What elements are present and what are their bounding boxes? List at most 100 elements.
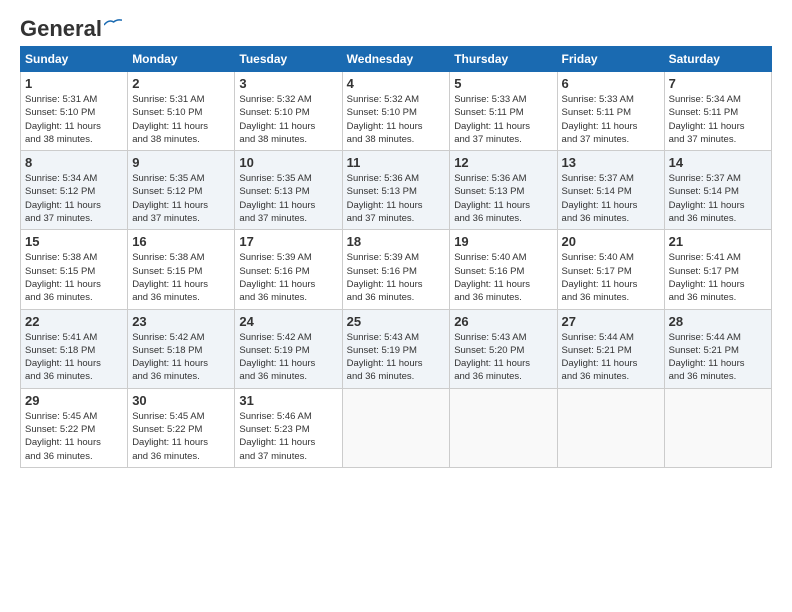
- calendar-cell: 8 Sunrise: 5:34 AM Sunset: 5:12 PM Daylig…: [21, 151, 128, 230]
- day-detail: Sunrise: 5:38 AM Sunset: 5:15 PM Dayligh…: [132, 251, 230, 304]
- day-detail: Sunrise: 5:46 AM Sunset: 5:23 PM Dayligh…: [239, 410, 337, 463]
- day-number: 30: [132, 393, 230, 408]
- calendar-cell: 13 Sunrise: 5:37 AM Sunset: 5:14 PM Dayli…: [557, 151, 664, 230]
- day-number: 18: [347, 234, 446, 249]
- calendar-cell: [450, 388, 557, 467]
- day-detail: Sunrise: 5:37 AM Sunset: 5:14 PM Dayligh…: [669, 172, 767, 225]
- day-detail: Sunrise: 5:33 AM Sunset: 5:11 PM Dayligh…: [454, 93, 552, 146]
- day-number: 29: [25, 393, 123, 408]
- calendar-cell: 23 Sunrise: 5:42 AM Sunset: 5:18 PM Dayli…: [128, 309, 235, 388]
- calendar-cell: 20Sunrise: 5:40 AM Sunset: 5:17 PM Dayli…: [557, 230, 664, 309]
- day-number: 3: [239, 76, 337, 91]
- day-detail: Sunrise: 5:40 AM Sunset: 5:16 PM Dayligh…: [454, 251, 552, 304]
- day-detail: Sunrise: 5:41 AM Sunset: 5:17 PM Dayligh…: [669, 251, 767, 304]
- day-detail: Sunrise: 5:39 AM Sunset: 5:16 PM Dayligh…: [239, 251, 337, 304]
- calendar-cell: 15 Sunrise: 5:38 AM Sunset: 5:15 PM Dayli…: [21, 230, 128, 309]
- calendar-cell: [664, 388, 771, 467]
- calendar-cell: 24 Sunrise: 5:42 AM Sunset: 5:19 PM Dayli…: [235, 309, 342, 388]
- day-number: 20: [562, 234, 660, 249]
- day-detail: Sunrise: 5:38 AM Sunset: 5:15 PM Dayligh…: [25, 251, 123, 304]
- calendar-cell: 2 Sunrise: 5:31 AM Sunset: 5:10 PM Daylig…: [128, 72, 235, 151]
- day-number: 13: [562, 155, 660, 170]
- weekday-header-sunday: Sunday: [21, 47, 128, 72]
- calendar-cell: 3 Sunrise: 5:32 AM Sunset: 5:10 PM Daylig…: [235, 72, 342, 151]
- day-detail: Sunrise: 5:42 AM Sunset: 5:18 PM Dayligh…: [132, 331, 230, 384]
- day-detail: Sunrise: 5:45 AM Sunset: 5:22 PM Dayligh…: [25, 410, 123, 463]
- day-detail: Sunrise: 5:31 AM Sunset: 5:10 PM Dayligh…: [25, 93, 123, 146]
- day-number: 22: [25, 314, 123, 329]
- day-detail: Sunrise: 5:44 AM Sunset: 5:21 PM Dayligh…: [562, 331, 660, 384]
- calendar-cell: 28 Sunrise: 5:44 AM Sunset: 5:21 PM Dayli…: [664, 309, 771, 388]
- day-number: 2: [132, 76, 230, 91]
- calendar-cell: 7 Sunrise: 5:34 AM Sunset: 5:11 PM Daylig…: [664, 72, 771, 151]
- calendar-cell: 25 Sunrise: 5:43 AM Sunset: 5:19 PM Dayli…: [342, 309, 450, 388]
- calendar-cell: 29 Sunrise: 5:45 AM Sunset: 5:22 PM Dayli…: [21, 388, 128, 467]
- logo-general: General: [20, 16, 102, 42]
- day-detail: Sunrise: 5:32 AM Sunset: 5:10 PM Dayligh…: [347, 93, 446, 146]
- day-detail: Sunrise: 5:43 AM Sunset: 5:20 PM Dayligh…: [454, 331, 552, 384]
- day-number: 19: [454, 234, 552, 249]
- day-number: 14: [669, 155, 767, 170]
- day-number: 23: [132, 314, 230, 329]
- day-number: 27: [562, 314, 660, 329]
- logo: General: [20, 16, 122, 38]
- day-number: 16: [132, 234, 230, 249]
- calendar-cell: [557, 388, 664, 467]
- calendar-cell: 19 Sunrise: 5:40 AM Sunset: 5:16 PM Dayli…: [450, 230, 557, 309]
- day-detail: Sunrise: 5:35 AM Sunset: 5:12 PM Dayligh…: [132, 172, 230, 225]
- weekday-header-friday: Friday: [557, 47, 664, 72]
- day-detail: Sunrise: 5:36 AM Sunset: 5:13 PM Dayligh…: [454, 172, 552, 225]
- day-detail: Sunrise: 5:44 AM Sunset: 5:21 PM Dayligh…: [669, 331, 767, 384]
- calendar-table: SundayMondayTuesdayWednesdayThursdayFrid…: [20, 46, 772, 468]
- day-detail: Sunrise: 5:32 AM Sunset: 5:10 PM Dayligh…: [239, 93, 337, 146]
- day-number: 24: [239, 314, 337, 329]
- calendar-cell: 30 Sunrise: 5:45 AM Sunset: 5:22 PM Dayli…: [128, 388, 235, 467]
- day-detail: Sunrise: 5:42 AM Sunset: 5:19 PM Dayligh…: [239, 331, 337, 384]
- calendar-cell: 27 Sunrise: 5:44 AM Sunset: 5:21 PM Dayli…: [557, 309, 664, 388]
- day-number: 9: [132, 155, 230, 170]
- day-detail: Sunrise: 5:36 AM Sunset: 5:13 PM Dayligh…: [347, 172, 446, 225]
- calendar-cell: 16 Sunrise: 5:38 AM Sunset: 5:15 PM Dayli…: [128, 230, 235, 309]
- calendar-cell: 12 Sunrise: 5:36 AM Sunset: 5:13 PM Dayli…: [450, 151, 557, 230]
- day-number: 15: [25, 234, 123, 249]
- day-detail: Sunrise: 5:37 AM Sunset: 5:14 PM Dayligh…: [562, 172, 660, 225]
- calendar-cell: 6Sunrise: 5:33 AM Sunset: 5:11 PM Daylig…: [557, 72, 664, 151]
- calendar-cell: 10Sunrise: 5:35 AM Sunset: 5:13 PM Dayli…: [235, 151, 342, 230]
- day-detail: Sunrise: 5:34 AM Sunset: 5:12 PM Dayligh…: [25, 172, 123, 225]
- day-number: 7: [669, 76, 767, 91]
- weekday-header-monday: Monday: [128, 47, 235, 72]
- weekday-header-saturday: Saturday: [664, 47, 771, 72]
- calendar-cell: [342, 388, 450, 467]
- day-detail: Sunrise: 5:41 AM Sunset: 5:18 PM Dayligh…: [25, 331, 123, 384]
- day-detail: Sunrise: 5:45 AM Sunset: 5:22 PM Dayligh…: [132, 410, 230, 463]
- calendar-cell: 22 Sunrise: 5:41 AM Sunset: 5:18 PM Dayli…: [21, 309, 128, 388]
- day-number: 28: [669, 314, 767, 329]
- weekday-header-thursday: Thursday: [450, 47, 557, 72]
- calendar-cell: 18 Sunrise: 5:39 AM Sunset: 5:16 PM Dayli…: [342, 230, 450, 309]
- calendar-cell: 31 Sunrise: 5:46 AM Sunset: 5:23 PM Dayli…: [235, 388, 342, 467]
- day-detail: Sunrise: 5:43 AM Sunset: 5:19 PM Dayligh…: [347, 331, 446, 384]
- day-detail: Sunrise: 5:39 AM Sunset: 5:16 PM Dayligh…: [347, 251, 446, 304]
- day-detail: Sunrise: 5:33 AM Sunset: 5:11 PM Dayligh…: [562, 93, 660, 146]
- day-number: 31: [239, 393, 337, 408]
- calendar-cell: 4Sunrise: 5:32 AM Sunset: 5:10 PM Daylig…: [342, 72, 450, 151]
- calendar-cell: 14 Sunrise: 5:37 AM Sunset: 5:14 PM Dayli…: [664, 151, 771, 230]
- day-number: 10: [239, 155, 337, 170]
- day-number: 8: [25, 155, 123, 170]
- page-header: General: [20, 16, 772, 38]
- calendar-cell: 26 Sunrise: 5:43 AM Sunset: 5:20 PM Dayli…: [450, 309, 557, 388]
- calendar-cell: 9 Sunrise: 5:35 AM Sunset: 5:12 PM Daylig…: [128, 151, 235, 230]
- weekday-header-tuesday: Tuesday: [235, 47, 342, 72]
- calendar-cell: 11 Sunrise: 5:36 AM Sunset: 5:13 PM Dayli…: [342, 151, 450, 230]
- day-number: 17: [239, 234, 337, 249]
- day-number: 25: [347, 314, 446, 329]
- day-detail: Sunrise: 5:31 AM Sunset: 5:10 PM Dayligh…: [132, 93, 230, 146]
- day-number: 26: [454, 314, 552, 329]
- day-detail: Sunrise: 5:34 AM Sunset: 5:11 PM Dayligh…: [669, 93, 767, 146]
- weekday-header-wednesday: Wednesday: [342, 47, 450, 72]
- day-number: 5: [454, 76, 552, 91]
- day-number: 12: [454, 155, 552, 170]
- calendar-cell: 5 Sunrise: 5:33 AM Sunset: 5:11 PM Daylig…: [450, 72, 557, 151]
- day-number: 11: [347, 155, 446, 170]
- calendar-cell: 17 Sunrise: 5:39 AM Sunset: 5:16 PM Dayli…: [235, 230, 342, 309]
